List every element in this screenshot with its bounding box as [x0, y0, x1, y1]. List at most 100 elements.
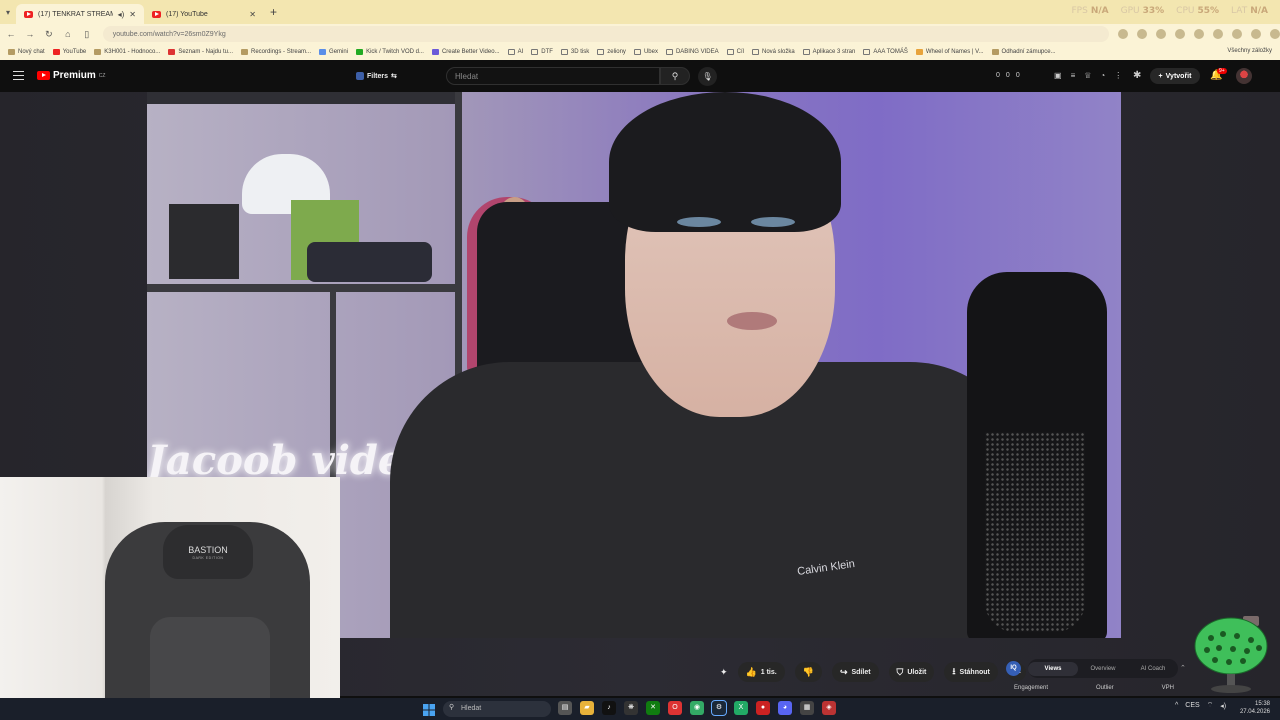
- bookmark-folder[interactable]: Nová složka: [751, 49, 795, 55]
- new-tab-button[interactable]: +: [270, 5, 277, 19]
- bookmark[interactable]: Kick / Twitch VOD d...: [356, 49, 424, 55]
- extension-icon[interactable]: [1194, 29, 1205, 39]
- chrome-icon[interactable]: ◉: [690, 701, 704, 715]
- windows-start-icon[interactable]: [423, 704, 435, 716]
- bookmark-folder[interactable]: AI: [507, 49, 524, 55]
- sparkle-icon[interactable]: ✦: [720, 667, 728, 678]
- xbox-icon[interactable]: ✕: [646, 701, 660, 715]
- like-button[interactable]: 👍 1 tis.: [737, 662, 785, 682]
- reload-icon[interactable]: ↻: [41, 29, 57, 40]
- shelf-board: [147, 284, 462, 292]
- bookmark-folder[interactable]: DTF: [531, 49, 553, 55]
- calculator-icon[interactable]: ▦: [800, 701, 814, 715]
- record-icon[interactable]: ●: [756, 701, 770, 715]
- bookmark[interactable]: K3H001 - Hodnoco...: [94, 49, 160, 55]
- bookmark-folder[interactable]: 3D tisk: [560, 49, 589, 55]
- create-label: Vytvořit: [1165, 72, 1192, 80]
- tab-youtube[interactable]: (17) YouTube ✕: [144, 4, 264, 24]
- clock[interactable]: 15:38 27.04.2026: [1236, 700, 1270, 716]
- tab-list-icon[interactable]: ▾: [0, 8, 16, 17]
- bookmark-folder[interactable]: Ubex: [633, 49, 658, 55]
- steam-icon[interactable]: ⚙: [711, 700, 727, 716]
- collapse-icon[interactable]: ⌃: [1180, 664, 1186, 672]
- forward-icon[interactable]: →: [22, 29, 38, 39]
- lat-label: LAT: [1231, 6, 1248, 16]
- tab-views[interactable]: Views: [1028, 661, 1078, 676]
- extension-icon[interactable]: ▣: [1054, 71, 1062, 80]
- hamburger-menu-icon[interactable]: [13, 71, 24, 80]
- create-button[interactable]: + Vytvořit: [1150, 68, 1200, 84]
- url-field[interactable]: youtube.com/watch?v=26sm0Z9Ykg: [102, 26, 1110, 42]
- sidebar-icon[interactable]: ▯: [79, 29, 95, 40]
- save-button[interactable]: ⛉ Uložit: [888, 662, 935, 682]
- search-button[interactable]: ⚲: [660, 67, 690, 85]
- bookmark-label: Ubex: [643, 49, 658, 55]
- extension-icon[interactable]: [1137, 29, 1148, 39]
- file-explorer-icon[interactable]: ▰: [580, 701, 594, 715]
- download-label: Stáhnout: [959, 668, 990, 676]
- bookmark-label: AI: [517, 49, 524, 55]
- bookmark-label: Odhadní zámupce...: [1001, 49, 1056, 55]
- speaker-icon[interactable]: ◂): [118, 10, 125, 19]
- extension-icon[interactable]: [1270, 29, 1280, 39]
- taskbar-search[interactable]: Hledat: [443, 701, 551, 717]
- bookmark-icon: [431, 49, 439, 55]
- bookmark-folder[interactable]: Cíl: [726, 49, 744, 55]
- extension-icon[interactable]: [1232, 29, 1243, 39]
- analytics-metrics: Engagement Outlier VPH: [1014, 685, 1174, 691]
- extension-icon[interactable]: [1251, 29, 1262, 39]
- search-input[interactable]: Hledat: [446, 67, 660, 85]
- extension-icon[interactable]: [1118, 29, 1129, 39]
- extension-icon[interactable]: [1175, 29, 1186, 39]
- bookmark-folder[interactable]: Aplikace 3 stran: [802, 49, 855, 55]
- language-indicator[interactable]: CES: [1185, 702, 1199, 709]
- bookmark-folder[interactable]: AAA TOMÁŠ: [863, 49, 908, 55]
- download-button[interactable]: ⭳ Stáhnout: [944, 662, 998, 682]
- dislike-button[interactable]: 👎: [794, 662, 822, 682]
- wifi-icon[interactable]: ⌔: [1207, 701, 1214, 710]
- bookmark-folder[interactable]: zeliony: [597, 49, 626, 55]
- voice-search-icon[interactable]: 🎙: [698, 67, 717, 86]
- bookmark-folder[interactable]: DABING VIDEA: [665, 49, 719, 55]
- puzzle-icon[interactable]: ✱: [1133, 70, 1141, 81]
- volume-icon[interactable]: ◂): [1220, 702, 1226, 710]
- filters-button[interactable]: Filters ⇆: [356, 69, 397, 83]
- tab-ai-coach[interactable]: AI Coach: [1128, 666, 1178, 672]
- chevron-up-icon[interactable]: ^: [1175, 702, 1178, 709]
- bookmark[interactable]: YouTube: [52, 49, 86, 55]
- close-tab-icon[interactable]: ✕: [249, 10, 256, 19]
- seznam-icon: [168, 49, 176, 55]
- iq-logo[interactable]: IQ: [1006, 661, 1021, 676]
- avatar[interactable]: [1236, 68, 1252, 84]
- more-icon[interactable]: ⋮: [1114, 71, 1122, 80]
- bookmark[interactable]: Wheel of Names | V...: [915, 49, 984, 55]
- bookmark[interactable]: Recordings - Stream...: [241, 49, 311, 55]
- globe-widget-icon: [1194, 616, 1268, 693]
- trophy-icon[interactable]: ♕: [1084, 71, 1091, 80]
- back-icon[interactable]: ←: [3, 29, 19, 39]
- bookmark[interactable]: Odhadní zámupce...: [991, 49, 1056, 55]
- chat-icon[interactable]: ◔: [1100, 71, 1105, 80]
- close-tab-icon[interactable]: ✕: [129, 10, 136, 19]
- tab-stream[interactable]: (17) TENKRÁT STREAM EKO... ◂) ✕: [16, 4, 144, 24]
- chatgpt-icon[interactable]: ❋: [624, 701, 638, 715]
- extension-icon[interactable]: [1213, 29, 1224, 39]
- tiktok-icon[interactable]: ♪: [602, 701, 616, 715]
- extension-icon[interactable]: [1156, 29, 1167, 39]
- bookmark[interactable]: Seznam - Najdu tu...: [168, 49, 233, 55]
- all-bookmarks[interactable]: Všechny záložky: [1227, 48, 1272, 54]
- list-icon[interactable]: ≡: [1071, 71, 1076, 80]
- bookmark[interactable]: Nový chat: [8, 49, 45, 55]
- search-icon: ⚲: [449, 704, 455, 711]
- opera-icon[interactable]: O: [668, 701, 682, 715]
- excel-icon[interactable]: X: [734, 701, 748, 715]
- bookmark[interactable]: Gemini: [319, 49, 348, 55]
- app-icon[interactable]: ◈: [822, 701, 836, 715]
- discord-icon[interactable]: ◕: [778, 701, 792, 715]
- share-button[interactable]: ↪ Sdílet: [831, 662, 879, 682]
- tab-overview[interactable]: Overview: [1078, 666, 1128, 672]
- task-view-icon[interactable]: ▤: [558, 701, 572, 715]
- home-icon[interactable]: ⌂: [60, 29, 76, 39]
- bookmark[interactable]: Create Better Video...: [431, 49, 500, 55]
- youtube-logo[interactable]: Premium CZ: [37, 70, 105, 81]
